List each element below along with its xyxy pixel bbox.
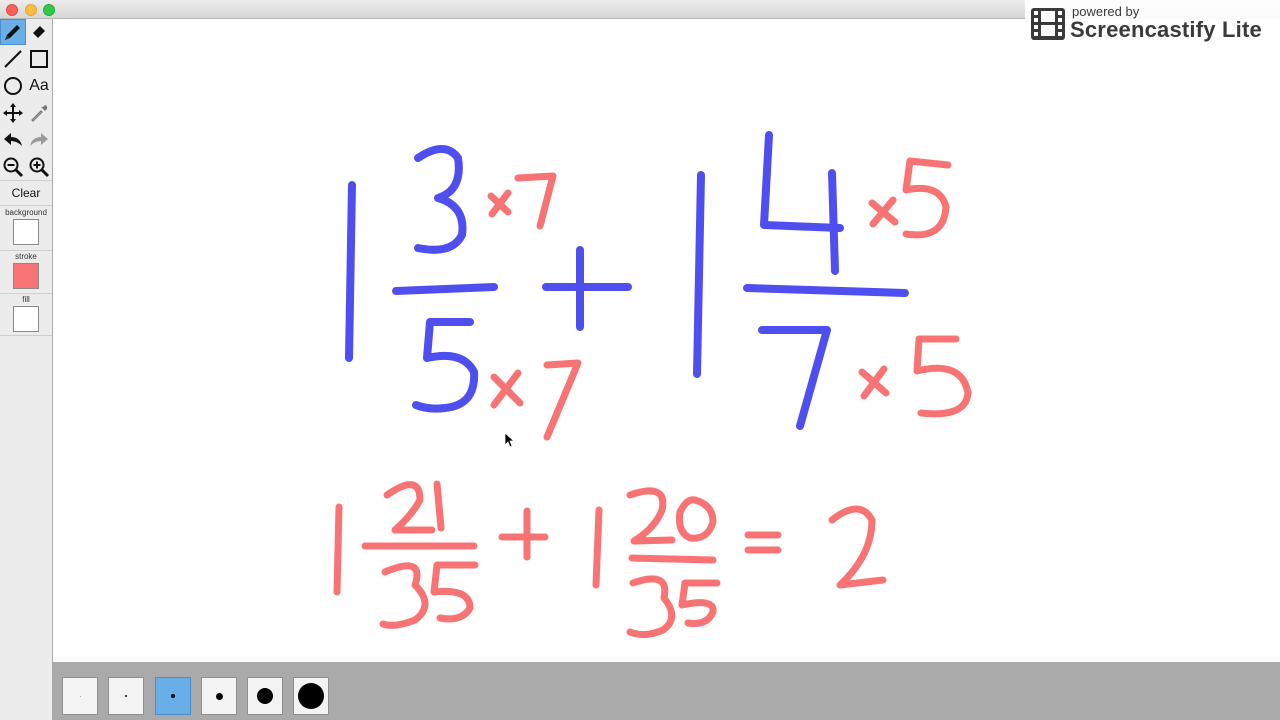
fill-label: fill bbox=[22, 295, 30, 304]
brush-size-dot bbox=[125, 695, 127, 697]
drawing-canvas[interactable] bbox=[53, 19, 1280, 662]
redo-tool-button[interactable] bbox=[26, 127, 52, 153]
watermark-brand: Screencastify Lite bbox=[1070, 17, 1262, 42]
text-tool-button[interactable]: Aa bbox=[26, 73, 52, 99]
eyedropper-icon bbox=[31, 105, 48, 122]
brush-size-bar bbox=[53, 662, 1280, 720]
minimize-window-button[interactable] bbox=[25, 4, 37, 16]
zoom-out-tool-button[interactable] bbox=[0, 154, 26, 180]
stroke-color-swatch[interactable] bbox=[13, 263, 39, 289]
undo-tool-button[interactable] bbox=[0, 127, 26, 153]
brush-size-dot bbox=[215, 692, 223, 700]
brush-size-xs-button[interactable] bbox=[62, 677, 98, 715]
line-tool-button[interactable] bbox=[0, 46, 26, 72]
brush-size-l-button[interactable] bbox=[201, 677, 237, 715]
brush-size-dot bbox=[298, 683, 324, 709]
rectangle-tool-button[interactable] bbox=[26, 46, 52, 72]
brush-size-xl-button[interactable] bbox=[247, 677, 283, 715]
zoom-in-icon bbox=[29, 157, 50, 178]
brush-size-m-button[interactable] bbox=[155, 677, 191, 715]
divider bbox=[0, 250, 52, 251]
line-icon bbox=[4, 50, 22, 68]
background-color-swatch[interactable] bbox=[13, 219, 39, 245]
brush-size-dot bbox=[79, 695, 81, 697]
brush-size-dot bbox=[257, 688, 273, 704]
pencil-tool-button[interactable] bbox=[0, 19, 26, 45]
text-icon: Aa bbox=[29, 77, 49, 94]
divider bbox=[0, 293, 52, 294]
background-label: background bbox=[5, 208, 47, 217]
pencil-icon bbox=[5, 25, 20, 40]
zoom-in-tool-button[interactable] bbox=[26, 154, 52, 180]
eyedropper-tool-button[interactable] bbox=[26, 100, 52, 126]
circle-icon bbox=[4, 77, 22, 95]
eraser-tool-button[interactable] bbox=[26, 19, 52, 45]
stroke-label: stroke bbox=[15, 252, 37, 261]
zoom-out-icon bbox=[3, 157, 24, 178]
screencastify-watermark: powered by Screencastify Lite bbox=[1025, 0, 1280, 48]
redo-icon bbox=[30, 133, 48, 146]
move-icon bbox=[3, 103, 23, 123]
move-tool-button[interactable] bbox=[0, 100, 26, 126]
close-window-button[interactable] bbox=[6, 4, 18, 16]
tool-sidebar: Aa Clear background stroke fill bbox=[0, 19, 53, 720]
brush-size-s-button[interactable] bbox=[108, 677, 144, 715]
divider bbox=[0, 335, 52, 336]
ellipse-tool-button[interactable] bbox=[0, 73, 26, 99]
mouse-cursor-icon bbox=[504, 432, 514, 448]
undo-icon bbox=[4, 133, 22, 146]
maximize-window-button[interactable] bbox=[43, 4, 55, 16]
rectangle-icon bbox=[30, 50, 48, 68]
film-strip-icon bbox=[1031, 8, 1065, 40]
eraser-icon bbox=[33, 26, 45, 38]
clear-button[interactable]: Clear bbox=[0, 180, 52, 206]
brush-size-xxl-button[interactable] bbox=[293, 677, 329, 715]
brush-size-dot bbox=[171, 694, 175, 698]
fill-color-swatch[interactable] bbox=[13, 306, 39, 332]
